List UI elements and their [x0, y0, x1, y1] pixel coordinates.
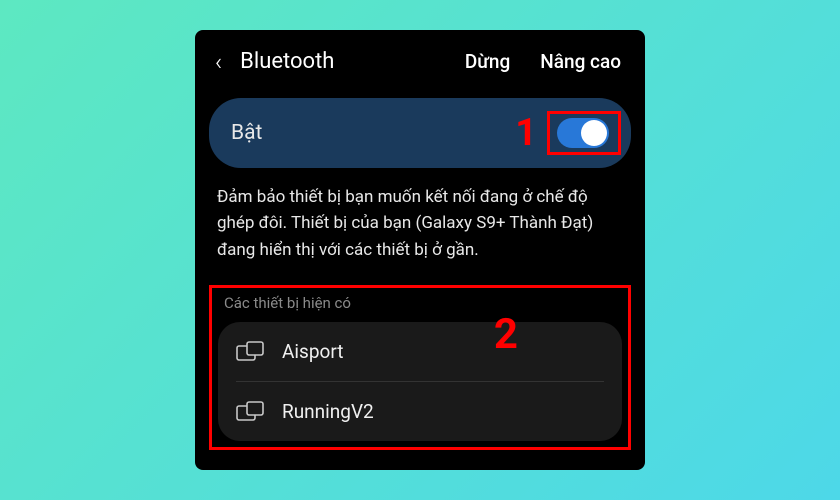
- bluetooth-toggle-label: Bật: [231, 121, 262, 145]
- device-icon: [236, 401, 264, 423]
- advanced-button[interactable]: Nâng cao: [532, 50, 629, 73]
- device-name: Aisport: [282, 340, 343, 363]
- stop-button[interactable]: Dừng: [457, 50, 518, 73]
- bluetooth-settings-screen: ‹ Bluetooth Dừng Nâng cao Bật 1 Đảm bảo …: [195, 30, 645, 470]
- toggle-knob: [581, 120, 607, 146]
- page-title: Bluetooth: [240, 49, 443, 74]
- device-item-aisport[interactable]: Aisport: [218, 322, 622, 381]
- section-label: Các thiết bị hiện có: [218, 294, 622, 322]
- back-icon[interactable]: ‹: [211, 48, 226, 76]
- device-icon: [236, 341, 264, 363]
- device-item-runningv2[interactable]: RunningV2: [236, 381, 604, 441]
- device-list: Aisport RunningV2: [218, 322, 622, 441]
- device-name: RunningV2: [282, 400, 374, 423]
- bluetooth-toggle-row: Bật 1: [209, 98, 631, 168]
- available-devices-section: Các thiết bị hiện có Aisport: [209, 285, 631, 450]
- header-bar: ‹ Bluetooth Dừng Nâng cao: [195, 42, 645, 92]
- annotation-number-1: 1: [515, 111, 537, 155]
- bluetooth-toggle[interactable]: [557, 118, 609, 148]
- description-text: Đảm bảo thiết bị bạn muốn kết nối đang ở…: [195, 184, 645, 285]
